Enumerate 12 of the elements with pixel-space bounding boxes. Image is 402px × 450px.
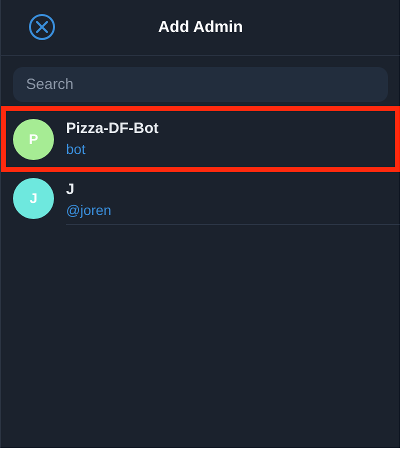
contact-subtitle: @joren [66, 200, 112, 220]
close-button[interactable] [29, 14, 55, 40]
search-field[interactable]: Search [13, 67, 388, 102]
contact-subtitle: bot [66, 140, 86, 159]
contact-name: Pizza-DF-Bot [66, 119, 160, 139]
contact-name: J [66, 180, 76, 200]
window-title: Add Admin [158, 18, 243, 38]
contact-row[interactable]: J J @joren [1, 172, 400, 224]
close-icon [36, 21, 48, 33]
avatar: P [13, 118, 54, 160]
contact-row[interactable]: P Pizza-DF-Bot bot [1, 106, 400, 172]
avatar: J [13, 178, 54, 218]
